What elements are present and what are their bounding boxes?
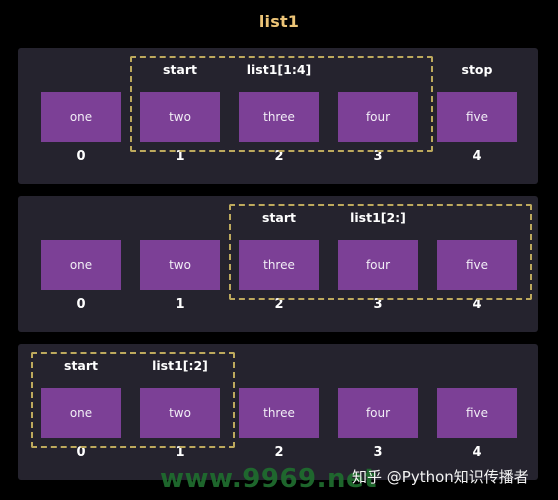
watermark-author: 知乎 @Python知识传播者 [352,468,529,486]
list-cell[interactable]: five 4 [437,196,517,332]
list-cell[interactable]: start one 0 [41,344,121,480]
slice-expression-label: list1[2:] [350,210,406,225]
list-cell[interactable]: five 4 [437,344,517,480]
cell-value[interactable]: one [41,240,121,290]
cell-index: 3 [373,297,383,312]
list-cell[interactable]: four 3 [338,344,418,480]
slice-expression-label: list1[:2] [152,358,208,373]
cell-value[interactable]: three [239,388,319,438]
list-row-panel: start one 0 list1[:2] two 1 three 2 four… [18,344,538,480]
cell-index: 4 [472,149,482,164]
list-cell[interactable]: list1[2:] four 3 [338,196,418,332]
cell-marker-start: start [64,358,98,373]
cell-marker-start: start [262,210,296,225]
cell-index: 0 [76,297,86,312]
list-cell[interactable]: three 2 [239,344,319,480]
cell-index: 1 [175,445,185,460]
cell-index: 4 [472,297,482,312]
cell-index: 0 [76,149,86,164]
list-row-panel: one 0 two 1 start three 2 list1[2:] four… [18,196,538,332]
list-cell[interactable]: list1[1:4] three 2 [239,48,319,184]
cell-value[interactable]: four [338,388,418,438]
cell-value[interactable]: five [437,240,517,290]
list-row-panel: one 0 start two 1 list1[1:4] three 2 fou… [18,48,538,184]
cell-index: 1 [175,297,185,312]
cell-value[interactable]: one [41,92,121,142]
cell-value[interactable]: two [140,92,220,142]
cell-value[interactable]: three [239,92,319,142]
cell-value[interactable]: four [338,240,418,290]
cell-value[interactable]: one [41,388,121,438]
list-cell[interactable]: four 3 [338,48,418,184]
cell-value[interactable]: four [338,92,418,142]
cell-value[interactable]: five [437,388,517,438]
cell-marker-start: start [163,62,197,77]
slicing-diagram: list1 one 0 start two 1 list1[1:4] three… [0,0,558,500]
list-cell[interactable]: one 0 [41,48,121,184]
cell-value[interactable]: five [437,92,517,142]
cell-index: 4 [472,445,482,460]
slice-expression-label: list1[1:4] [246,62,312,77]
cell-value[interactable]: two [140,388,220,438]
cell-value[interactable]: two [140,240,220,290]
cell-index: 3 [373,149,383,164]
cell-index: 2 [274,445,284,460]
list-cell[interactable]: one 0 [41,196,121,332]
page-title: list1 [258,12,300,31]
list-cell[interactable]: stop five 4 [437,48,517,184]
list-cell[interactable]: start three 2 [239,196,319,332]
list-cell[interactable]: start two 1 [140,48,220,184]
list-cell[interactable]: two 1 [140,196,220,332]
cell-index: 1 [175,149,185,164]
cell-index: 0 [76,445,86,460]
watermark-url: www.9969.net [160,464,378,494]
cell-index: 2 [274,297,284,312]
cell-index: 2 [274,149,284,164]
list-cell[interactable]: list1[:2] two 1 [140,344,220,480]
cell-index: 3 [373,445,383,460]
cell-marker-stop: stop [461,62,493,77]
cell-value[interactable]: three [239,240,319,290]
